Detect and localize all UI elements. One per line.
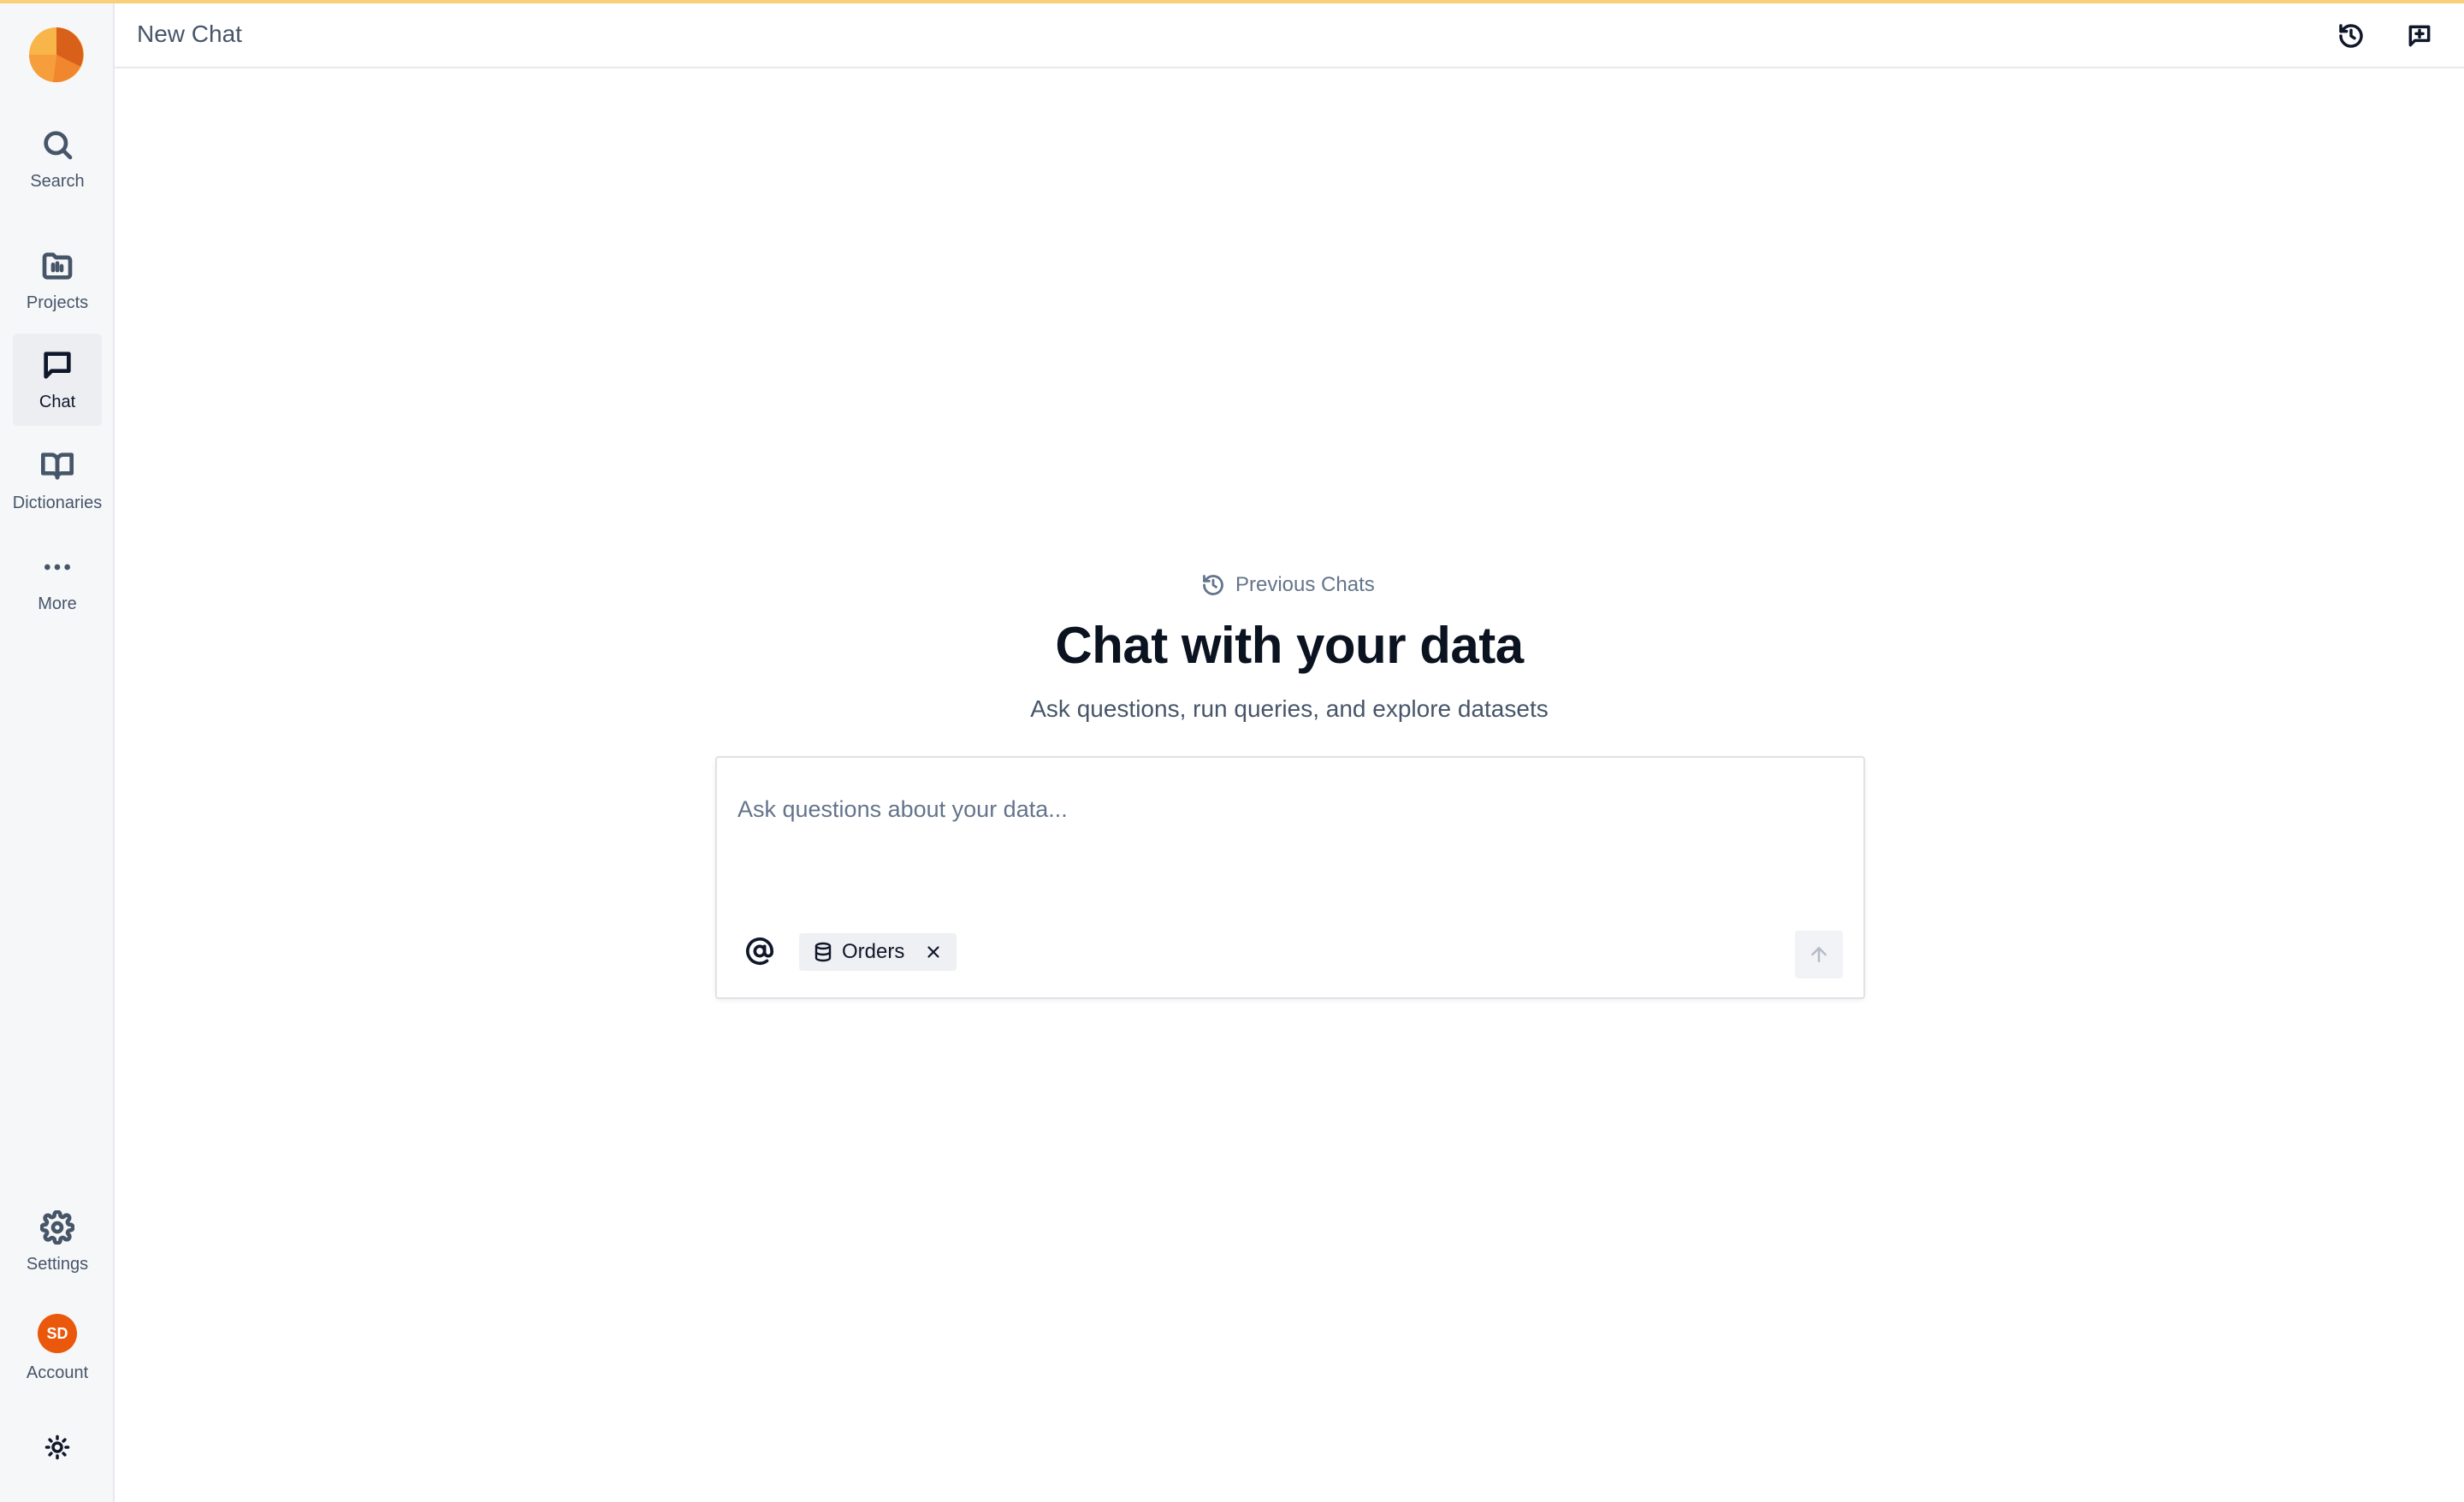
sidebar-item-label: Projects	[26, 293, 89, 312]
chat-input[interactable]	[737, 792, 1841, 826]
theme-toggle[interactable]	[13, 1423, 102, 1471]
hero-title: Chat with your data	[1055, 617, 1524, 674]
context-chip-orders: Orders	[799, 933, 957, 971]
search-icon	[44, 131, 73, 160]
previous-chats-link[interactable]: Previous Chats	[1201, 570, 1375, 600]
sidebar-item-account[interactable]: SD Account	[13, 1302, 102, 1394]
sidebar-item-label: More	[38, 594, 77, 613]
sidebar: Search Projects Chat Dictionaries More S…	[0, 3, 115, 1502]
sidebar-item-label: Chat	[38, 393, 76, 411]
sidebar-item-projects[interactable]: Projects	[13, 234, 102, 327]
sidebar-item-search[interactable]: Search	[13, 113, 102, 205]
sidebar-item-more[interactable]: More	[13, 535, 102, 628]
chat-composer: Orders	[715, 756, 1865, 999]
page-title: New Chat	[137, 21, 242, 47]
remove-chip-button[interactable]	[924, 943, 943, 961]
logo-icon	[28, 27, 84, 83]
app-logo[interactable]	[27, 26, 86, 84]
send-button[interactable]	[1795, 931, 1843, 979]
context-chip-label: Orders	[842, 940, 905, 963]
folder-icon	[42, 252, 73, 280]
previous-chats-label: Previous Chats	[1235, 573, 1375, 596]
new-chat-button[interactable]	[2402, 19, 2437, 53]
mention-button[interactable]	[743, 934, 777, 968]
arrow-up-icon	[1811, 947, 1827, 962]
top-header: New Chat	[115, 3, 2464, 68]
gear-icon	[40, 1210, 74, 1245]
sidebar-item-settings[interactable]: Settings	[13, 1196, 102, 1288]
sidebar-item-chat[interactable]: Chat	[13, 334, 102, 426]
app-root: Search Projects Chat Dictionaries More S…	[0, 0, 2464, 1502]
database-icon	[814, 942, 832, 962]
avatar: SD	[38, 1314, 77, 1353]
book-icon	[41, 452, 74, 480]
history-icon	[2339, 24, 2363, 48]
sidebar-item-label: Account	[26, 1363, 89, 1382]
new-chat-icon	[2408, 25, 2431, 47]
hero-subtitle: Ask questions, run queries, and explore …	[1030, 695, 1549, 722]
sidebar-item-label: Dictionaries	[12, 494, 103, 512]
at-sign-icon	[746, 937, 774, 965]
chat-bubble-icon	[44, 352, 71, 379]
history-icon	[1203, 575, 1223, 595]
more-dots-icon	[44, 564, 70, 571]
close-icon	[927, 946, 939, 958]
sidebar-item-dictionaries[interactable]: Dictionaries	[13, 435, 102, 527]
sun-icon	[44, 1434, 70, 1460]
chat-history-button[interactable]	[2334, 19, 2368, 53]
sidebar-item-label: Search	[30, 172, 85, 191]
sidebar-item-label: Settings	[26, 1255, 89, 1274]
